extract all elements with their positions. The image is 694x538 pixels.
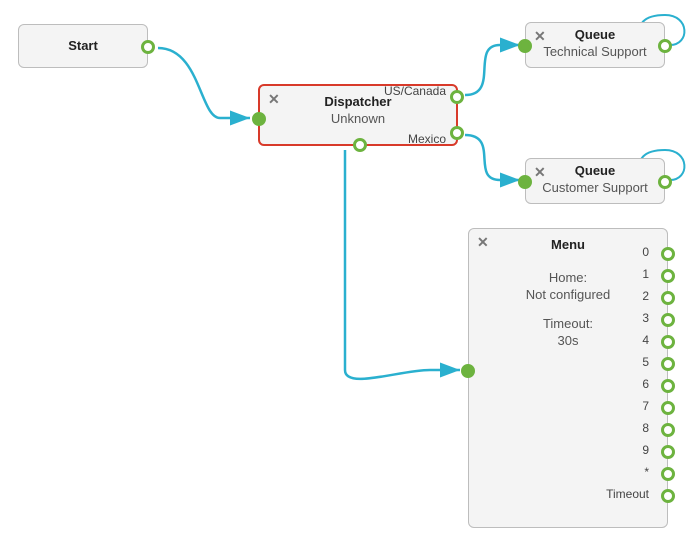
- menu-home-value: Not configured: [469, 287, 667, 302]
- port-menu-out-Timeout[interactable]: [661, 489, 675, 503]
- port-menu-out-3[interactable]: [661, 313, 675, 327]
- port-menu-in[interactable]: [461, 364, 475, 378]
- port-label-menu-Timeout: Timeout: [606, 487, 649, 501]
- port-label-menu-3: 3: [642, 311, 649, 325]
- menu-timeout-value: 30s: [469, 333, 667, 348]
- port-label-menu-1: 1: [642, 267, 649, 281]
- port-label-uscanada: US/Canada: [384, 84, 446, 98]
- port-start-out[interactable]: [141, 40, 155, 54]
- port-menu-out-1[interactable]: [661, 269, 675, 283]
- node-start-title: Start: [19, 25, 147, 67]
- node-queue-customer[interactable]: ✕ Queue Customer Support: [525, 158, 665, 204]
- port-menu-out-4[interactable]: [661, 335, 675, 349]
- port-menu-out-*[interactable]: [661, 467, 675, 481]
- port-label-mexico: Mexico: [408, 132, 446, 146]
- port-queue-customer-out[interactable]: [658, 175, 672, 189]
- node-queue-technical[interactable]: ✕ Queue Technical Support: [525, 22, 665, 68]
- node-dispatcher[interactable]: ✕ Dispatcher Unknown US/Canada Mexico: [258, 84, 458, 146]
- node-queue-technical-subtitle: Technical Support: [526, 44, 664, 59]
- menu-timeout-label: Timeout:: [469, 316, 667, 331]
- node-start[interactable]: Start: [18, 24, 148, 68]
- port-menu-out-7[interactable]: [661, 401, 675, 415]
- port-label-menu-*: *: [644, 465, 649, 479]
- port-label-menu-6: 6: [642, 377, 649, 391]
- close-icon[interactable]: ✕: [534, 29, 548, 43]
- port-queue-technical-in[interactable]: [518, 39, 532, 53]
- port-dispatcher-in[interactable]: [252, 112, 266, 126]
- node-queue-customer-subtitle: Customer Support: [526, 180, 664, 195]
- port-label-menu-8: 8: [642, 421, 649, 435]
- port-label-menu-4: 4: [642, 333, 649, 347]
- port-menu-out-9[interactable]: [661, 445, 675, 459]
- close-icon[interactable]: ✕: [534, 165, 548, 179]
- port-dispatcher-mexico[interactable]: [450, 126, 464, 140]
- node-dispatcher-subtitle: Unknown: [260, 111, 456, 126]
- close-icon[interactable]: ✕: [477, 235, 491, 249]
- port-label-menu-5: 5: [642, 355, 649, 369]
- port-label-menu-2: 2: [642, 289, 649, 303]
- port-menu-out-8[interactable]: [661, 423, 675, 437]
- port-label-menu-7: 7: [642, 399, 649, 413]
- port-menu-out-0[interactable]: [661, 247, 675, 261]
- port-menu-out-5[interactable]: [661, 357, 675, 371]
- port-dispatcher-default[interactable]: [353, 138, 367, 152]
- port-queue-customer-in[interactable]: [518, 175, 532, 189]
- port-label-menu-0: 0: [642, 245, 649, 259]
- port-dispatcher-uscanada[interactable]: [450, 90, 464, 104]
- port-label-menu-9: 9: [642, 443, 649, 457]
- node-menu[interactable]: ✕ Menu Home: Not configured Timeout: 30s…: [468, 228, 668, 528]
- menu-home-label: Home:: [469, 270, 667, 285]
- close-icon[interactable]: ✕: [268, 92, 282, 106]
- port-menu-out-6[interactable]: [661, 379, 675, 393]
- port-menu-out-2[interactable]: [661, 291, 675, 305]
- port-queue-technical-out[interactable]: [658, 39, 672, 53]
- node-menu-title: Menu: [469, 237, 667, 252]
